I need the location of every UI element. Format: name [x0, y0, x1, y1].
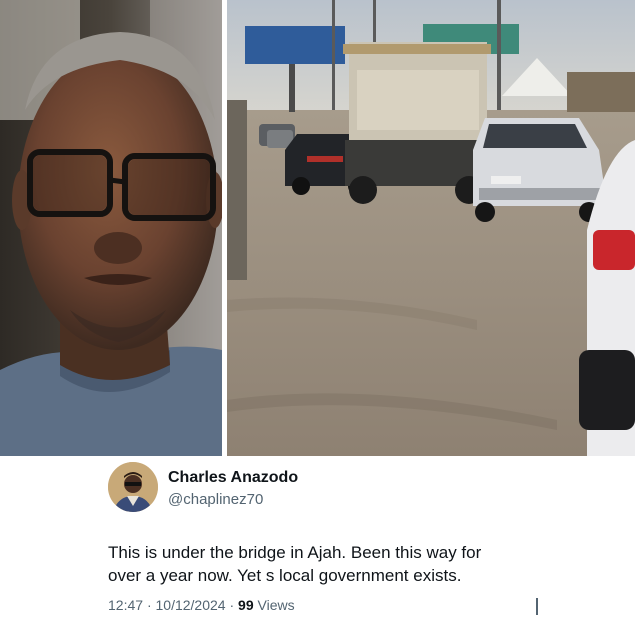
tweet-text: This is under the bridge in Ajah. Been t…: [108, 541, 548, 587]
tweet-date[interactable]: 10/12/2024: [156, 597, 226, 613]
author-name[interactable]: Charles Anazodo: [168, 469, 298, 487]
tweet-metadata: 12:47 · 10/12/2024 · 99 Views: [108, 597, 295, 613]
portrait-photo[interactable]: [0, 0, 222, 456]
meta-separator: ·: [229, 597, 235, 613]
text-cursor: [536, 598, 538, 615]
road-photo[interactable]: [227, 0, 635, 456]
meta-separator: ·: [146, 597, 152, 613]
tweet-text-line: over a year now. Yet s local government …: [108, 566, 462, 585]
profile-avatar[interactable]: [108, 462, 158, 512]
tweet-media-grid: [0, 0, 635, 456]
tweet-text-line: This is under the bridge in Ajah. Been t…: [108, 543, 482, 562]
views-count: 99: [238, 597, 254, 613]
author-handle[interactable]: @chaplinez70: [168, 491, 263, 508]
tweet-time[interactable]: 12:47: [108, 597, 143, 613]
views-label: Views: [257, 597, 295, 613]
